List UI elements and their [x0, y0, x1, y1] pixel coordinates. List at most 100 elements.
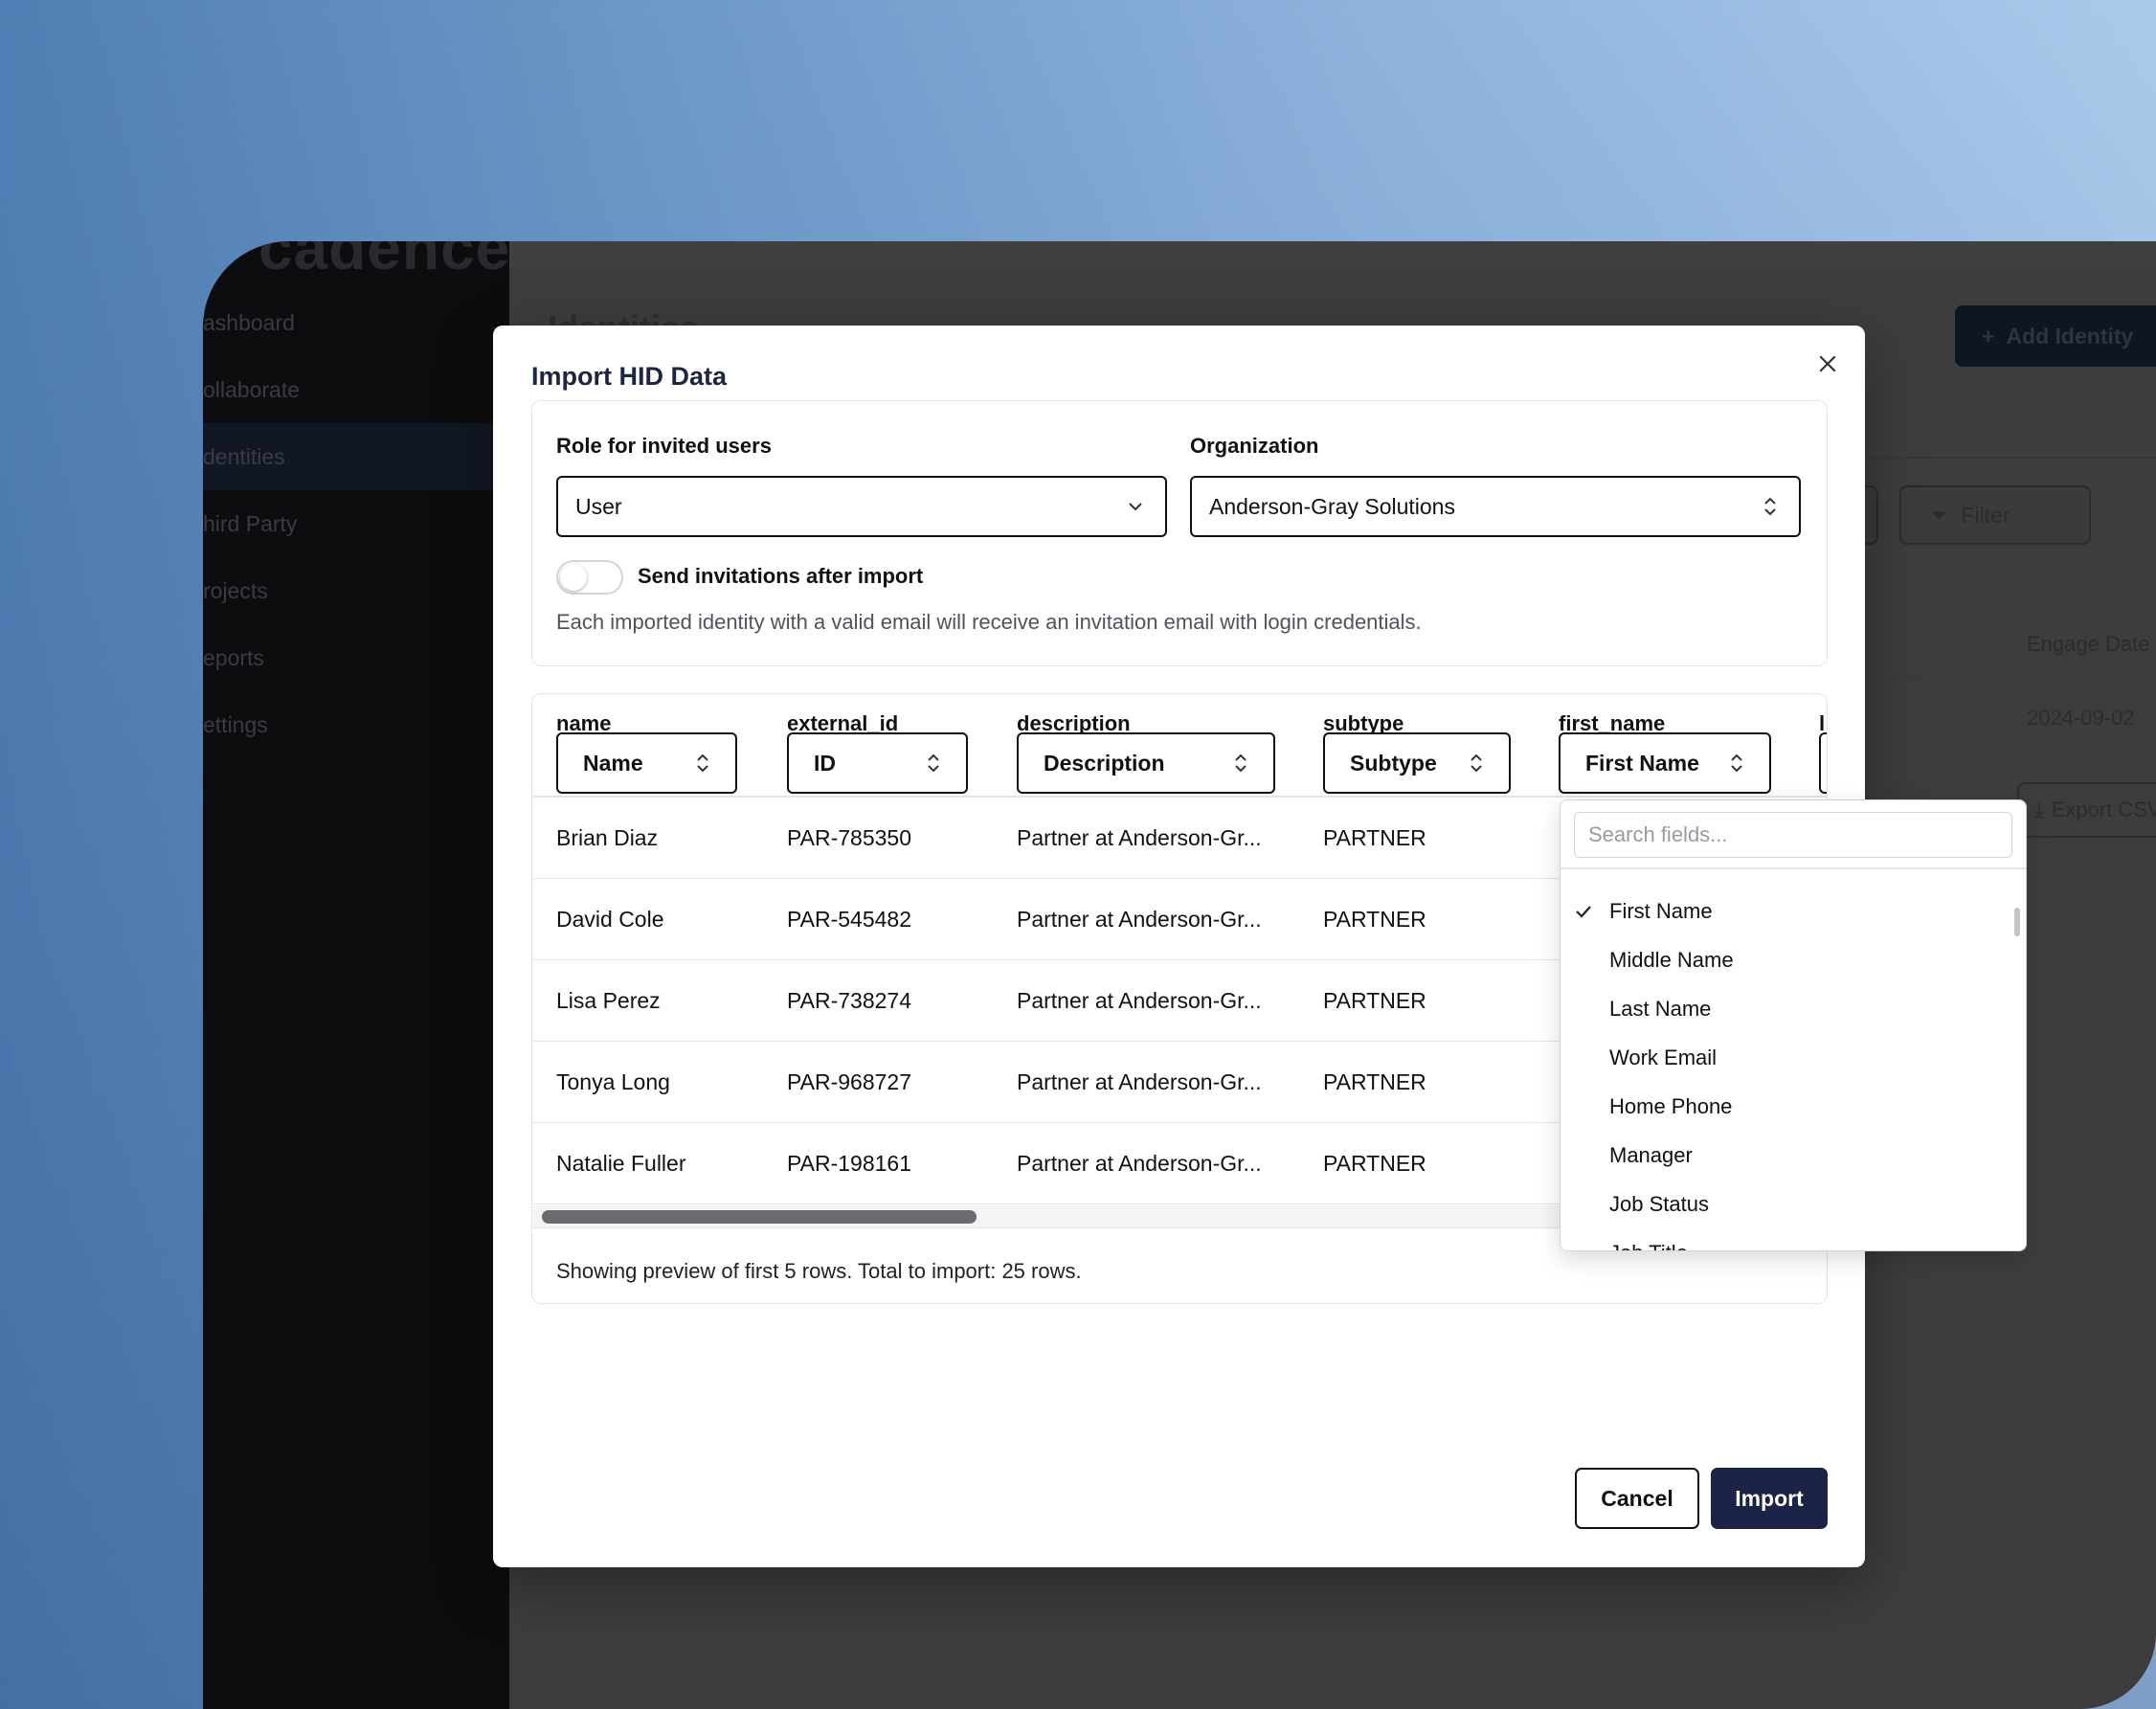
import-settings: Role for invited users User Organization…: [531, 400, 1828, 666]
sidebar-item-dashboard[interactable]: ashboard: [203, 289, 509, 356]
dropdown-scrollbar[interactable]: [2014, 908, 2020, 936]
cell-subtype: PARTNER: [1323, 907, 1426, 932]
send-invitations-toggle[interactable]: [556, 560, 623, 595]
app-logo: cadence: [258, 241, 511, 282]
cell-external-id: PAR-738274: [787, 988, 911, 1013]
organization-label: Organization: [1190, 434, 1319, 458]
modal-title: Import HID Data: [531, 362, 728, 391]
field-option-home-phone[interactable]: Home Phone: [1561, 1082, 2026, 1131]
dropdown-divider: [1561, 867, 2026, 869]
chevron-up-down-icon: [1233, 752, 1248, 775]
map-select-truncated[interactable]: [1819, 732, 1827, 794]
map-select-value: First Name: [1585, 750, 1699, 776]
chevron-up-down-icon: [1469, 752, 1484, 775]
field-option-label: Last Name: [1609, 996, 1712, 1021]
invitation-helper-text: Each imported identity with a valid emai…: [556, 610, 1422, 634]
chevron-up-down-icon: [695, 752, 710, 775]
sidebar-item-label: rojects: [203, 577, 268, 603]
sidebar-item-identities[interactable]: dentities: [203, 423, 509, 490]
organization-select[interactable]: Anderson-Gray Solutions: [1190, 476, 1801, 537]
cell-name: Tonya Long: [556, 1069, 670, 1094]
cell-subtype: PARTNER: [1323, 1151, 1426, 1176]
sidebar-item-label: hird Party: [203, 510, 298, 536]
filter-icon: ⏷: [1930, 502, 1948, 528]
cell-external-id: PAR-968727: [787, 1069, 911, 1094]
column-header-engage-date: Engage Date: [2027, 632, 2150, 656]
cell-name: Lisa Perez: [556, 988, 661, 1013]
sidebar-item-label: dentities: [203, 443, 285, 469]
sidebar-item-reports[interactable]: eports: [203, 624, 509, 691]
scrollbar-thumb[interactable]: [542, 1210, 977, 1224]
check-icon: [1574, 904, 1593, 919]
field-option-last-name[interactable]: Last Name: [1561, 984, 2026, 1033]
sidebar-item-label: ettings: [203, 711, 268, 737]
plus-icon: +: [1982, 323, 1995, 349]
field-option-label: Manager: [1609, 1142, 1693, 1167]
chevron-up-down-icon: [926, 752, 941, 775]
cell-description: Partner at Anderson-Gr...: [1017, 1069, 1262, 1094]
cell-external-id: PAR-545482: [787, 907, 911, 932]
cell-subtype: PARTNER: [1323, 825, 1426, 850]
sidebar-item-third-party[interactable]: hird Party: [203, 490, 509, 557]
export-csv-label: Export CSV: [2051, 798, 2156, 821]
role-select[interactable]: User: [556, 476, 1167, 537]
cell-name: David Cole: [556, 907, 664, 932]
cell-subtype: PARTNER: [1323, 1069, 1426, 1094]
chevron-up-down-icon: [1763, 495, 1778, 518]
map-select-value: Description: [1044, 750, 1165, 776]
sidebar-item-label: ashboard: [203, 309, 295, 335]
field-option-first-name[interactable]: First Name: [1561, 887, 2026, 935]
cell-subtype: PARTNER: [1323, 988, 1426, 1013]
map-select-external-id[interactable]: ID: [787, 732, 968, 794]
download-icon: ⤓: [2034, 798, 2044, 821]
role-select-value: User: [575, 493, 622, 519]
field-option-job-status[interactable]: Job Status: [1561, 1180, 2026, 1228]
sidebar: cadence ashboard ollaborate dentities hi…: [203, 241, 509, 1709]
sidebar-item-label: ollaborate: [203, 376, 301, 402]
sidebar-item-collaborate[interactable]: ollaborate: [203, 356, 509, 423]
filter-button[interactable]: ⏷ Filter: [1899, 485, 2091, 545]
field-option-manager[interactable]: Manager: [1561, 1131, 2026, 1180]
sidebar-item-label: eports: [203, 644, 264, 670]
map-select-name[interactable]: Name: [556, 732, 737, 794]
table-cell: 2024-09-02: [2027, 706, 2135, 730]
map-select-value: Name: [583, 750, 643, 776]
cell-description: Partner at Anderson-Gr...: [1017, 825, 1262, 850]
role-label: Role for invited users: [556, 434, 772, 458]
import-button[interactable]: Import: [1711, 1468, 1828, 1529]
field-list: First Name Middle Name Last Name Work Em…: [1561, 887, 2026, 1251]
cancel-button[interactable]: Cancel: [1575, 1468, 1699, 1529]
cell-name: Brian Diaz: [556, 825, 659, 850]
map-select-value: Subtype: [1350, 750, 1437, 776]
chevron-up-down-icon: [1729, 752, 1744, 775]
filter-label: Filter: [1961, 502, 2010, 528]
map-select-first-name[interactable]: First Name: [1559, 732, 1771, 794]
field-option-label: First Name: [1609, 898, 1713, 923]
field-option-label: Home Phone: [1609, 1093, 1733, 1118]
map-select-description[interactable]: Description: [1017, 732, 1275, 794]
toggle-knob: [560, 564, 587, 591]
chevron-down-icon: [1127, 501, 1144, 512]
cell-external-id: PAR-198161: [787, 1151, 911, 1176]
field-option-label: Work Email: [1609, 1045, 1718, 1069]
close-button[interactable]: [1812, 349, 1843, 379]
send-invitations-label: Send invitations after import: [638, 564, 924, 588]
field-option-middle-name[interactable]: Middle Name: [1561, 935, 2026, 984]
export-csv-button[interactable]: ⤓ Export CSV: [2017, 782, 2156, 838]
close-icon: [1819, 355, 1836, 372]
map-select-value: ID: [814, 750, 836, 776]
add-identity-button[interactable]: + Add Identity: [1955, 305, 2156, 367]
cell-name: Natalie Fuller: [556, 1151, 686, 1176]
field-dropdown: First Name Middle Name Last Name Work Em…: [1560, 799, 2027, 1251]
field-option-work-email[interactable]: Work Email: [1561, 1033, 2026, 1082]
cell-external-id: PAR-785350: [787, 825, 911, 850]
preview-note: Showing preview of first 5 rows. Total t…: [556, 1259, 1082, 1283]
field-option-job-title[interactable]: Job Title: [1561, 1228, 2026, 1251]
map-select-subtype[interactable]: Subtype: [1323, 732, 1511, 794]
field-option-label: Job Status: [1609, 1191, 1709, 1216]
search-fields-input[interactable]: [1574, 812, 2012, 858]
sidebar-item-settings[interactable]: ettings: [203, 691, 509, 758]
sidebar-item-projects[interactable]: rojects: [203, 557, 509, 624]
field-option-label: Middle Name: [1609, 947, 1734, 972]
cell-description: Partner at Anderson-Gr...: [1017, 907, 1262, 932]
